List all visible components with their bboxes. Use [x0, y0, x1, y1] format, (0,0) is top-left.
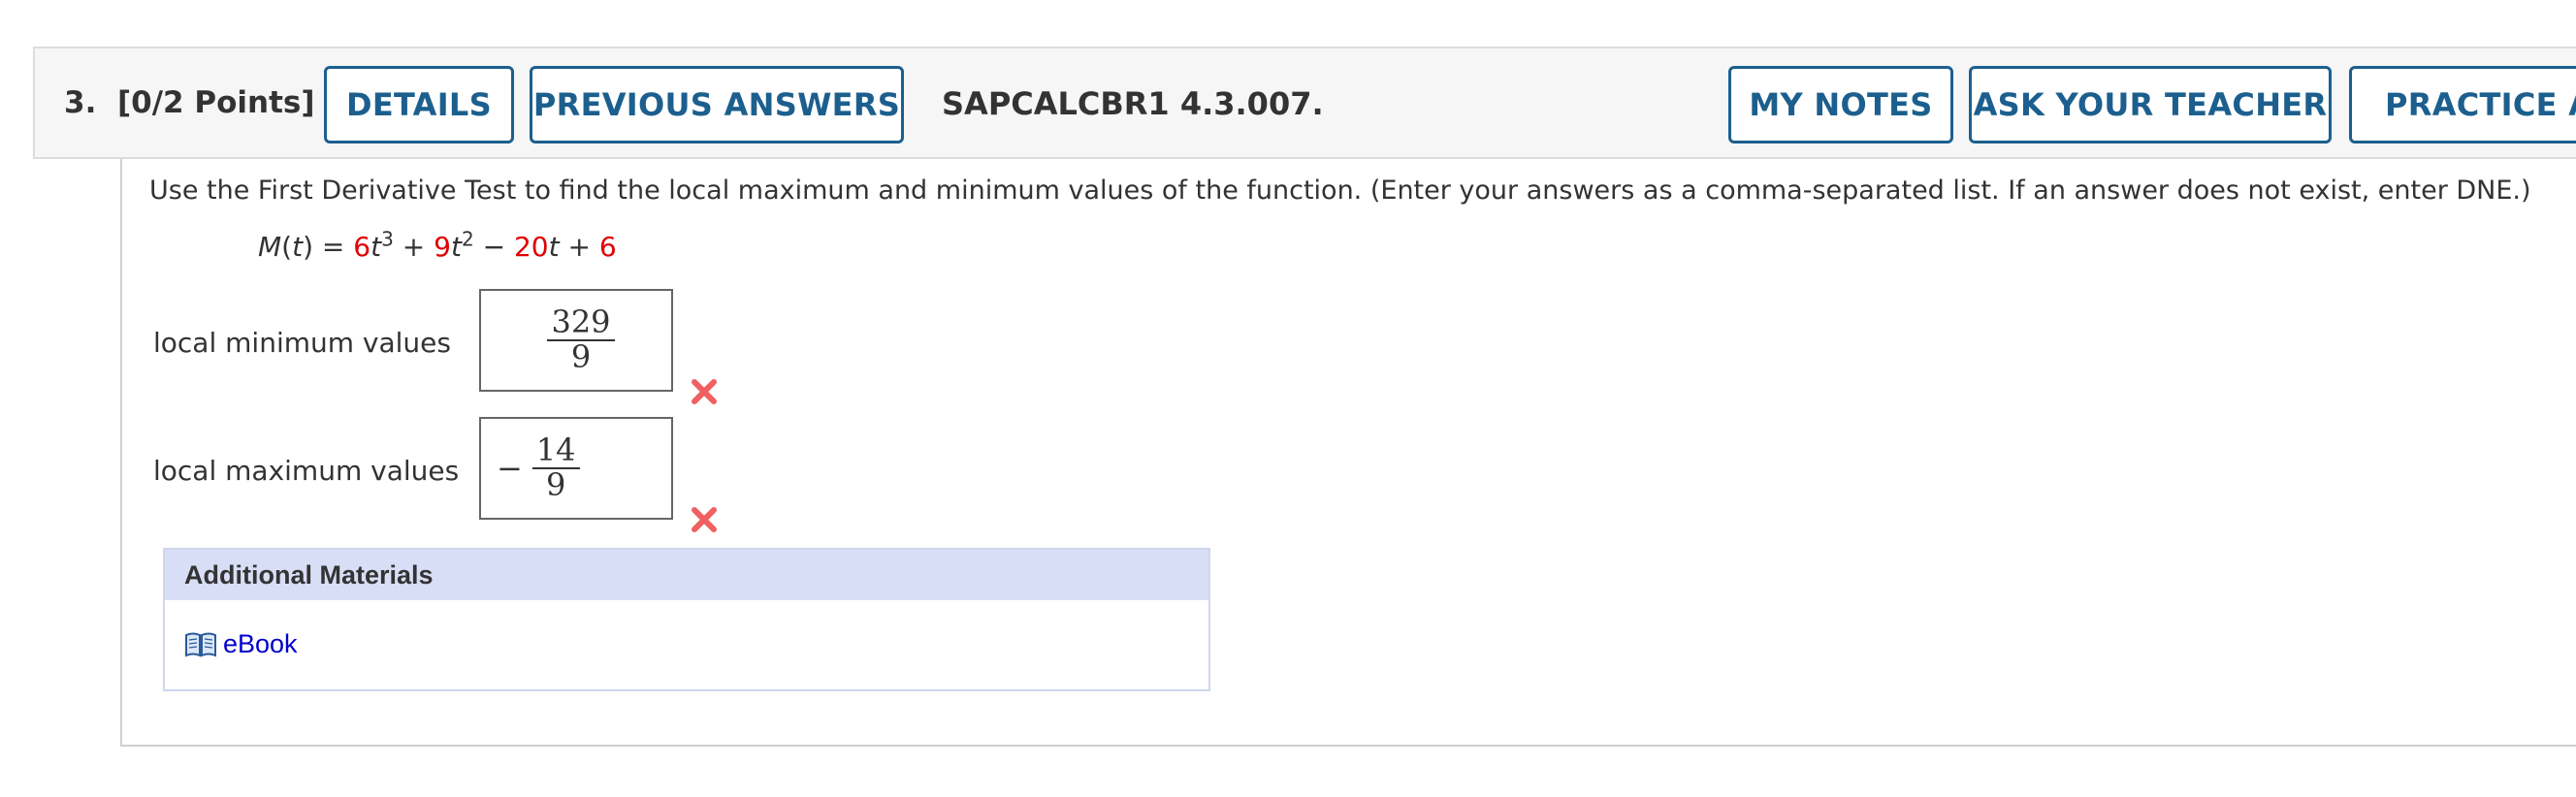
incorrect-x-icon — [692, 379, 717, 404]
local-max-answer-field[interactable]: − 14 9 — [479, 417, 673, 520]
answer-fraction: 329 9 — [547, 306, 615, 373]
answer-fraction: 14 9 — [531, 434, 580, 501]
problem-code: SAPCALCBR1 4.3.007. — [942, 85, 1324, 122]
previous-answers-button[interactable]: PREVIOUS ANSWERS — [530, 66, 904, 143]
local-min-label: local minimum values — [153, 327, 451, 359]
ebook-link[interactable]: eBook — [184, 629, 298, 659]
my-notes-button[interactable]: MY NOTES — [1728, 66, 1953, 143]
incorrect-x-icon — [692, 507, 717, 532]
ebook-label[interactable]: eBook — [223, 629, 298, 659]
function-expression: M(t) = 6t3 + 9t2 − 20t + 6 — [258, 227, 617, 263]
local-max-label: local maximum values — [153, 455, 460, 487]
local-min-answer-field[interactable]: 329 9 — [479, 289, 673, 392]
ask-teacher-button[interactable]: ASK YOUR TEACHER — [1969, 66, 2332, 143]
additional-materials-panel: Additional Materials eBook — [163, 548, 1210, 691]
answer-sign: − — [497, 450, 523, 487]
additional-materials-title: Additional Materials — [165, 550, 1208, 600]
practice-another-button[interactable]: PRACTICE AN — [2349, 66, 2576, 143]
instructions-text: Use the First Derivative Test to find th… — [149, 175, 2531, 206]
question-number: 3. [0/2 Points] — [64, 85, 315, 120]
points-label: [0/2 Points] — [116, 85, 315, 120]
details-button[interactable]: DETAILS — [324, 66, 514, 143]
book-icon — [185, 632, 216, 657]
